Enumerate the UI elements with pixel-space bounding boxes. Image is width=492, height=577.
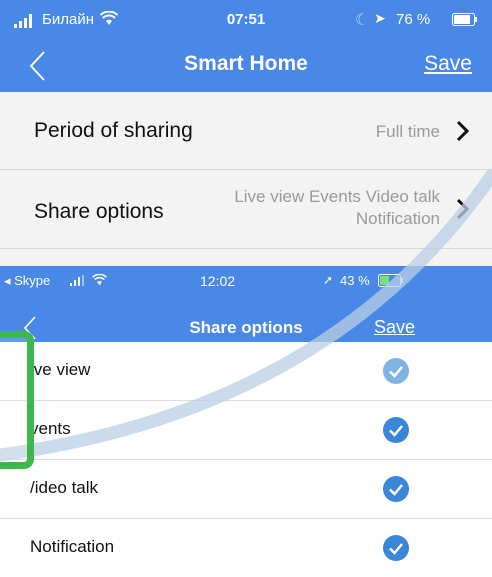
- chevron-right-icon: [456, 198, 470, 220]
- wifi-icon: [92, 274, 107, 286]
- location-icon: ➚: [323, 273, 334, 287]
- checkmark-icon[interactable]: [382, 416, 410, 444]
- row-value: Live view Events Video talk Notification: [234, 186, 440, 230]
- chevron-right-icon: [456, 120, 470, 142]
- period-of-sharing-row[interactable]: Period of sharing Full time: [0, 92, 492, 170]
- option-label: /ideo talk: [30, 478, 99, 497]
- status-bar: Билайн 07:51 ☾ ➤ 76 %: [0, 0, 492, 40]
- row-value: Full time: [375, 122, 440, 141]
- battery-percent: 76 %: [396, 11, 431, 28]
- status-time: 12:02: [200, 273, 236, 289]
- checkmark-icon[interactable]: [382, 534, 410, 562]
- battery-percent: 43 %: [340, 273, 370, 288]
- page-title: Share options: [189, 318, 303, 337]
- highlight-box: [0, 331, 34, 469]
- nav-bar: Smart Home Save: [0, 40, 492, 92]
- row-value-line: Live view Events Video talk: [234, 187, 440, 206]
- option-label: Notification: [30, 537, 115, 556]
- option-notification[interactable]: Notification: [0, 519, 492, 577]
- row-label: Period of sharing: [34, 119, 193, 142]
- battery-icon: [378, 274, 403, 287]
- signal-icon: [70, 275, 84, 286]
- checkmark-icon[interactable]: [382, 475, 410, 503]
- top-screen: Билайн 07:51 ☾ ➤ 76 % Smart Home Save Pe…: [0, 0, 492, 300]
- location-icon: ➤: [374, 10, 386, 26]
- row-label: Share options: [34, 200, 164, 223]
- option-events[interactable]: vents: [0, 401, 492, 460]
- back-to-app[interactable]: ◂ Skype: [4, 273, 50, 289]
- share-options-row[interactable]: Share options Live view Events Video tal…: [0, 170, 492, 249]
- option-live-view[interactable]: ive view: [0, 342, 492, 401]
- page-title: Smart Home: [184, 52, 308, 75]
- bottom-screen: ◂ Skype 12:02 ➚ 43 % Share options Save …: [0, 266, 492, 577]
- moon-icon: ☾: [355, 12, 370, 29]
- battery-icon: [452, 13, 477, 26]
- checkmark-icon[interactable]: [382, 357, 410, 385]
- option-label: ive view: [30, 360, 91, 379]
- save-button[interactable]: Save: [374, 317, 415, 338]
- option-video-talk[interactable]: /ideo talk: [0, 460, 492, 519]
- option-label: vents: [30, 419, 71, 438]
- status-bar: ◂ Skype 12:02 ➚ 43 %: [0, 266, 492, 296]
- save-button[interactable]: Save: [424, 52, 472, 76]
- row-value-line: Notification: [355, 209, 440, 228]
